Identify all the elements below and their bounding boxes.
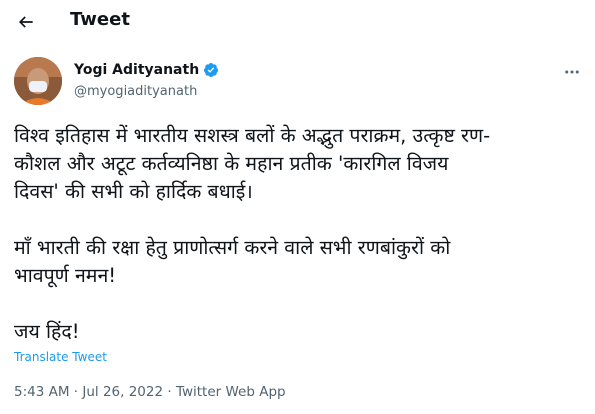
arrow-left-icon xyxy=(18,16,33,28)
tweet-metadata: 5:43 AM · Jul 26, 2022 · Twitter Web App xyxy=(14,384,286,400)
profile-photo-icon xyxy=(14,57,62,105)
avatar[interactable] xyxy=(14,57,62,105)
more-horizontal-icon xyxy=(565,70,579,74)
separator: · xyxy=(69,384,83,400)
tweet-text: विश्व इतिहास में भारतीय सशस्त्र बलों के … xyxy=(14,124,491,343)
more-options-button[interactable] xyxy=(560,62,584,82)
back-button[interactable] xyxy=(10,6,42,38)
author-name[interactable]: Yogi Adityanath xyxy=(74,62,199,78)
page-title: Tweet xyxy=(70,9,130,30)
separator: · xyxy=(163,384,176,400)
verified-badge-icon xyxy=(204,63,219,77)
page-header: Tweet xyxy=(0,0,595,44)
tweet-time[interactable]: 5:43 AM xyxy=(14,384,70,400)
translate-tweet-link[interactable]: Translate Tweet xyxy=(14,350,107,364)
tweet-date[interactable]: Jul 26, 2022 xyxy=(82,384,163,400)
author-handle[interactable]: @myogiadityanath xyxy=(74,84,197,99)
tweet-source: Twitter Web App xyxy=(175,384,286,400)
author-name-line: Yogi Adityanath xyxy=(74,62,219,78)
